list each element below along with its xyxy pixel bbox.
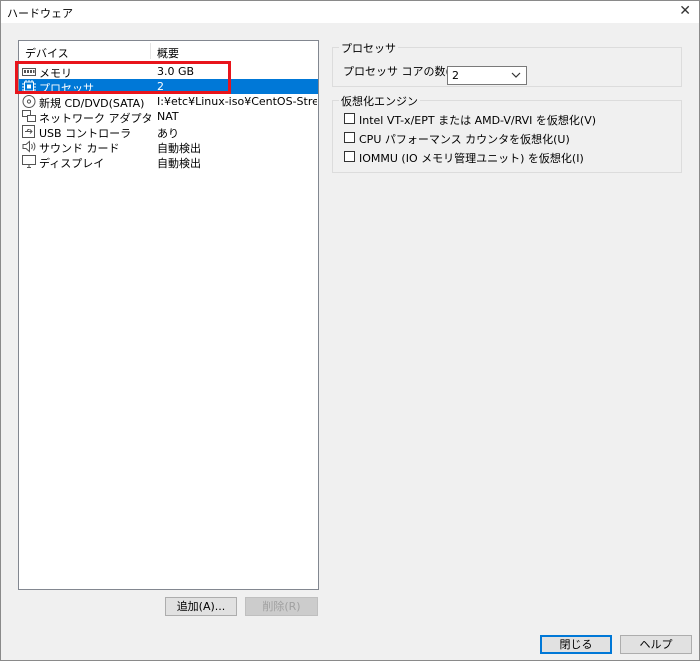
column-separator[interactable] (150, 43, 151, 59)
vtx-label[interactable]: Intel VT-x/EPT または AMD-V/RVI を仮想化(V) (359, 112, 596, 128)
cores-select[interactable]: 2 (447, 66, 527, 85)
device-row-memory[interactable]: メモリ 3.0 GB (19, 64, 318, 79)
close-button[interactable]: 閉じる (540, 635, 612, 654)
device-list: デバイス 概要 メモリ 3.0 GB プロセッサ 2 新規 CD/DVD(SAT… (18, 40, 319, 590)
device-summary: I:¥etc¥Linux-iso¥CentOS-Strea... (157, 95, 317, 108)
device-name: ディスプレイ (39, 157, 105, 169)
virtualization-group-title: 仮想化エンジン (339, 93, 420, 109)
processor-group-title: プロセッサ (339, 40, 398, 56)
cd-dvd-icon (22, 95, 36, 108)
device-row-network-adapter[interactable]: ネットワーク アダプタ NAT (19, 109, 318, 124)
device-name: サウンド カード (39, 142, 120, 154)
device-summary: 3.0 GB (157, 65, 195, 78)
cpu-counters-checkbox[interactable] (344, 132, 355, 143)
remove-button[interactable]: 削除(R) (245, 597, 318, 616)
usb-controller-icon (22, 125, 35, 138)
device-name: 新規 CD/DVD(SATA) (39, 97, 145, 109)
device-name: プロセッサ (39, 82, 94, 94)
add-button[interactable]: 追加(A)... (165, 597, 237, 616)
processor-icon (22, 80, 36, 93)
vtx-checkbox[interactable] (344, 113, 355, 124)
device-row-processor[interactable]: プロセッサ 2 (19, 79, 318, 94)
device-row-usb-controller[interactable]: USB コントローラ あり (19, 124, 318, 139)
device-list-header: デバイス 概要 (19, 41, 318, 60)
processor-group: プロセッサ プロセッサ コアの数(C): 2 (332, 40, 682, 87)
virtualization-group: 仮想化エンジン Intel VT-x/EPT または AMD-V/RVI を仮想… (332, 93, 682, 173)
device-row-sound-card[interactable]: サウンド カード 自動検出 (19, 139, 318, 154)
title-bar: ハードウェア ✕ (1, 1, 699, 23)
window-title: ハードウェア (7, 7, 73, 20)
device-summary: NAT (157, 110, 179, 123)
device-name: メモリ (39, 67, 72, 79)
column-header-summary[interactable]: 概要 (157, 45, 179, 61)
device-summary: 自動検出 (157, 142, 201, 154)
display-icon (22, 155, 36, 168)
help-button[interactable]: ヘルプ (620, 635, 692, 654)
cpu-counters-label[interactable]: CPU パフォーマンス カウンタを仮想化(U) (359, 131, 570, 147)
iommu-label[interactable]: IOMMU (IO メモリ管理ユニット) を仮想化(I) (359, 150, 584, 166)
device-name: ネットワーク アダプタ (39, 112, 153, 124)
device-summary: 自動検出 (157, 157, 201, 169)
device-summary: あり (157, 127, 179, 139)
cores-select-value: 2 (452, 69, 459, 82)
device-name: USB コントローラ (39, 127, 132, 139)
sound-card-icon (22, 140, 36, 153)
close-icon[interactable]: ✕ (679, 3, 691, 19)
iommu-checkbox[interactable] (344, 151, 355, 162)
device-summary: 2 (157, 80, 164, 93)
device-row-cd-dvd[interactable]: 新規 CD/DVD(SATA) I:¥etc¥Linux-iso¥CentOS-… (19, 94, 318, 109)
column-header-device[interactable]: デバイス (25, 45, 69, 61)
memory-icon (22, 68, 36, 76)
network-adapter-icon (22, 110, 36, 122)
chevron-down-icon (511, 72, 521, 78)
device-row-display[interactable]: ディスプレイ 自動検出 (19, 154, 318, 169)
